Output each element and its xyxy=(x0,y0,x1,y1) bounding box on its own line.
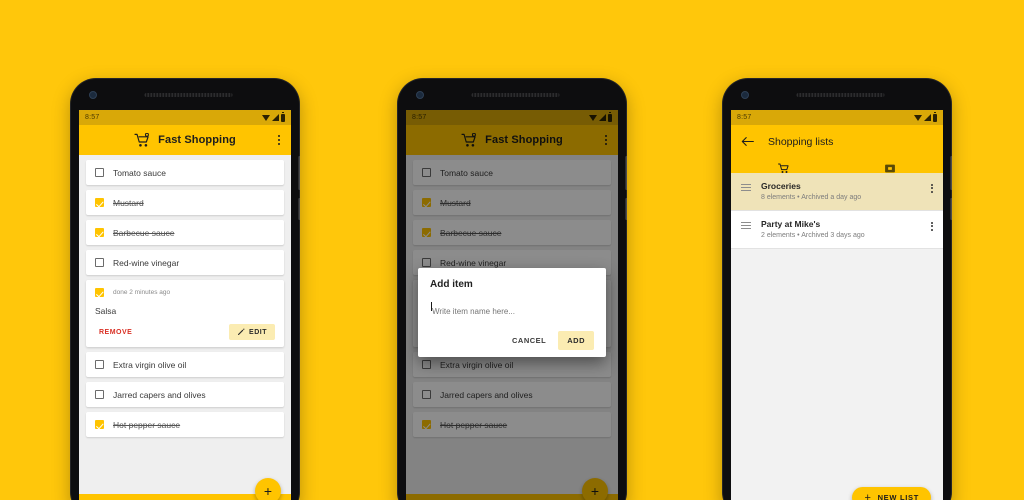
list-item[interactable]: Party at Mike's 2 elements • Archived 3 … xyxy=(731,211,943,249)
shopping-lists[interactable]: Groceries 8 elements • Archived a day ag… xyxy=(731,173,943,500)
text-caret xyxy=(431,302,432,311)
front-camera-icon xyxy=(89,91,97,99)
item-checkbox[interactable] xyxy=(95,420,104,429)
screenshot-stage: 8:57 Fast Shopping Tomato sauce Mustard … xyxy=(0,0,1024,500)
new-list-fab[interactable]: + NEW LIST xyxy=(852,487,931,500)
phone-3: 8:57 Shopping lists Groceries 8 elements… xyxy=(722,78,952,500)
pencil-icon xyxy=(238,328,245,335)
item-checkbox[interactable] xyxy=(95,258,104,267)
dialog-title: Add item xyxy=(430,279,473,290)
front-camera-icon xyxy=(416,91,424,99)
phone-2-screen: 8:57 Fast Shopping Tomato sauce Mustard … xyxy=(406,110,618,500)
status-indicators xyxy=(914,111,937,122)
app-bar: Shopping lists xyxy=(731,125,943,158)
list-item[interactable]: Jarred capers and olives xyxy=(86,382,284,407)
item-detail-card[interactable]: done 2 minutes ago Salsa REMOVE EDIT xyxy=(86,280,284,347)
phone-2: 8:57 Fast Shopping Tomato sauce Mustard … xyxy=(397,78,627,500)
item-label: Mustard xyxy=(113,197,144,208)
item-checkbox[interactable] xyxy=(95,198,104,207)
drag-handle-icon[interactable] xyxy=(741,222,751,230)
list-item-text: Party at Mike's 2 elements • Archived 3 … xyxy=(761,219,865,239)
shopping-cart-icon xyxy=(134,132,150,147)
new-list-label: NEW LIST xyxy=(877,493,919,500)
app-brand: Fast Shopping xyxy=(134,132,236,148)
wifi-icon xyxy=(262,114,270,121)
power-button[interactable] xyxy=(950,198,952,220)
cancel-button[interactable]: CANCEL xyxy=(505,331,553,350)
list-item[interactable]: Red-wine vinegar xyxy=(86,250,284,275)
list-item[interactable]: Barbecue sauce xyxy=(86,220,284,245)
signal-icon xyxy=(924,114,931,121)
overflow-menu-icon[interactable] xyxy=(931,222,933,231)
item-checkbox[interactable] xyxy=(95,390,104,399)
item-label: Barbecue sauce xyxy=(113,227,175,238)
list-item-text: Groceries 8 elements • Archived a day ag… xyxy=(761,181,861,201)
item-detail-actions: REMOVE EDIT xyxy=(95,324,275,340)
item-label: Red-wine vinegar xyxy=(113,257,180,268)
app-title: Fast Shopping xyxy=(158,134,236,146)
list-name: Groceries xyxy=(761,181,801,191)
add-button[interactable]: ADD xyxy=(558,331,594,350)
front-camera-icon xyxy=(741,91,749,99)
item-done-timestamp: done 2 minutes ago xyxy=(113,289,171,296)
volume-button[interactable] xyxy=(625,156,627,190)
app-bar: Fast Shopping xyxy=(79,125,291,155)
overflow-menu-icon[interactable] xyxy=(931,184,933,193)
list-item[interactable]: Hot pepper sauce xyxy=(86,412,284,437)
edit-button-label: EDIT xyxy=(249,328,267,336)
volume-button[interactable] xyxy=(298,156,300,190)
item-label: Hot pepper sauce xyxy=(113,419,181,430)
drag-handle-icon[interactable] xyxy=(741,184,751,192)
volume-button[interactable] xyxy=(950,156,952,190)
phone-1-screen: 8:57 Fast Shopping Tomato sauce Mustard … xyxy=(79,110,291,500)
add-item-dialog: Add item CANCEL ADD xyxy=(418,268,606,357)
edit-button[interactable]: EDIT xyxy=(229,324,275,340)
list-item[interactable]: Mustard xyxy=(86,190,284,215)
item-checkbox[interactable] xyxy=(95,288,104,297)
battery-icon xyxy=(933,111,937,122)
signal-icon xyxy=(272,114,279,121)
item-name-input[interactable] xyxy=(430,307,594,319)
page-title: Shopping lists xyxy=(768,135,834,148)
earpiece-speaker xyxy=(796,93,885,97)
item-label: Extra virgin olive oil xyxy=(113,359,187,370)
list-subtitle: 2 elements • Archived 3 days ago xyxy=(761,232,865,239)
battery-icon xyxy=(281,111,285,122)
phone-1: 8:57 Fast Shopping Tomato sauce Mustard … xyxy=(70,78,300,500)
status-bar: 8:57 xyxy=(79,110,291,125)
item-label: Tomato sauce xyxy=(113,167,166,178)
list-item[interactable]: Extra virgin olive oil xyxy=(86,352,284,377)
earpiece-speaker xyxy=(471,93,560,97)
wifi-icon xyxy=(914,114,922,121)
list-item[interactable]: Groceries 8 elements • Archived a day ag… xyxy=(731,173,943,211)
item-detail-name: Salsa xyxy=(95,306,117,316)
item-checkbox[interactable] xyxy=(95,360,104,369)
status-bar: 8:57 xyxy=(731,110,943,125)
status-indicators xyxy=(262,111,285,122)
power-button[interactable] xyxy=(298,198,300,220)
list-item[interactable]: Tomato sauce xyxy=(86,160,284,185)
power-button[interactable] xyxy=(625,198,627,220)
item-list[interactable]: Tomato sauce Mustard Barbecue sauce Red-… xyxy=(79,155,291,500)
item-checkbox[interactable] xyxy=(95,168,104,177)
item-checkbox[interactable] xyxy=(95,228,104,237)
back-arrow-icon[interactable] xyxy=(741,136,754,147)
phone-3-screen: 8:57 Shopping lists Groceries 8 elements… xyxy=(731,110,943,500)
earpiece-speaker xyxy=(144,93,233,97)
overflow-menu-icon[interactable] xyxy=(275,132,283,148)
status-time: 8:57 xyxy=(85,114,100,121)
remove-button[interactable]: REMOVE xyxy=(95,326,136,339)
dialog-actions: CANCEL ADD xyxy=(430,331,594,350)
list-name: Party at Mike's xyxy=(761,219,821,229)
list-subtitle: 8 elements • Archived a day ago xyxy=(761,194,862,201)
add-item-fab[interactable]: + xyxy=(255,478,281,500)
item-detail-meta: done 2 minutes ago xyxy=(95,288,275,297)
item-label: Jarred capers and olives xyxy=(113,389,206,400)
status-time: 8:57 xyxy=(737,114,752,121)
